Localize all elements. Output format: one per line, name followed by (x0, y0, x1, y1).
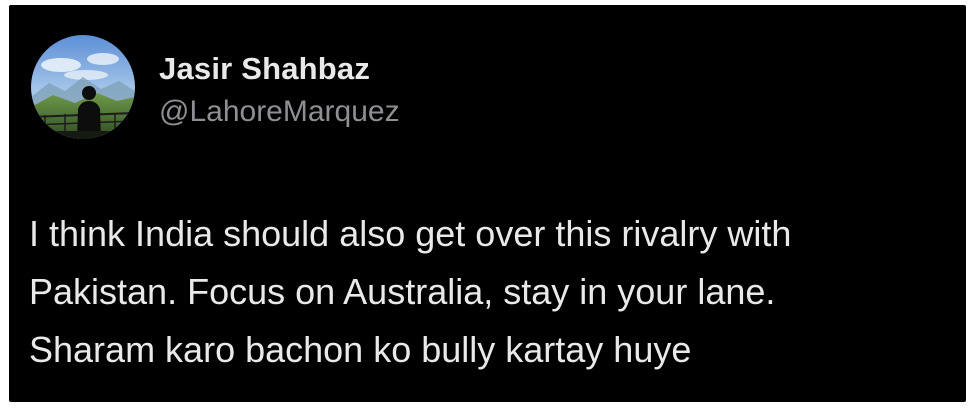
tweet-card: Jasir Shahbaz @LahoreMarquez I think Ind… (9, 5, 966, 402)
avatar-image (31, 35, 135, 139)
avatar[interactable] (31, 35, 135, 139)
tweet-text-line: Sharam karo bachon ko bully kartay huye (29, 329, 692, 370)
tweet-text-line: I think India should also get over this … (29, 213, 792, 254)
author-handle[interactable]: @LahoreMarquez (159, 95, 400, 129)
tweet-text-line: Pakistan. Focus on Australia, stay in yo… (29, 271, 776, 312)
tweet-text: I think India should also get over this … (29, 205, 949, 379)
author-display-name[interactable]: Jasir Shahbaz (159, 51, 370, 87)
